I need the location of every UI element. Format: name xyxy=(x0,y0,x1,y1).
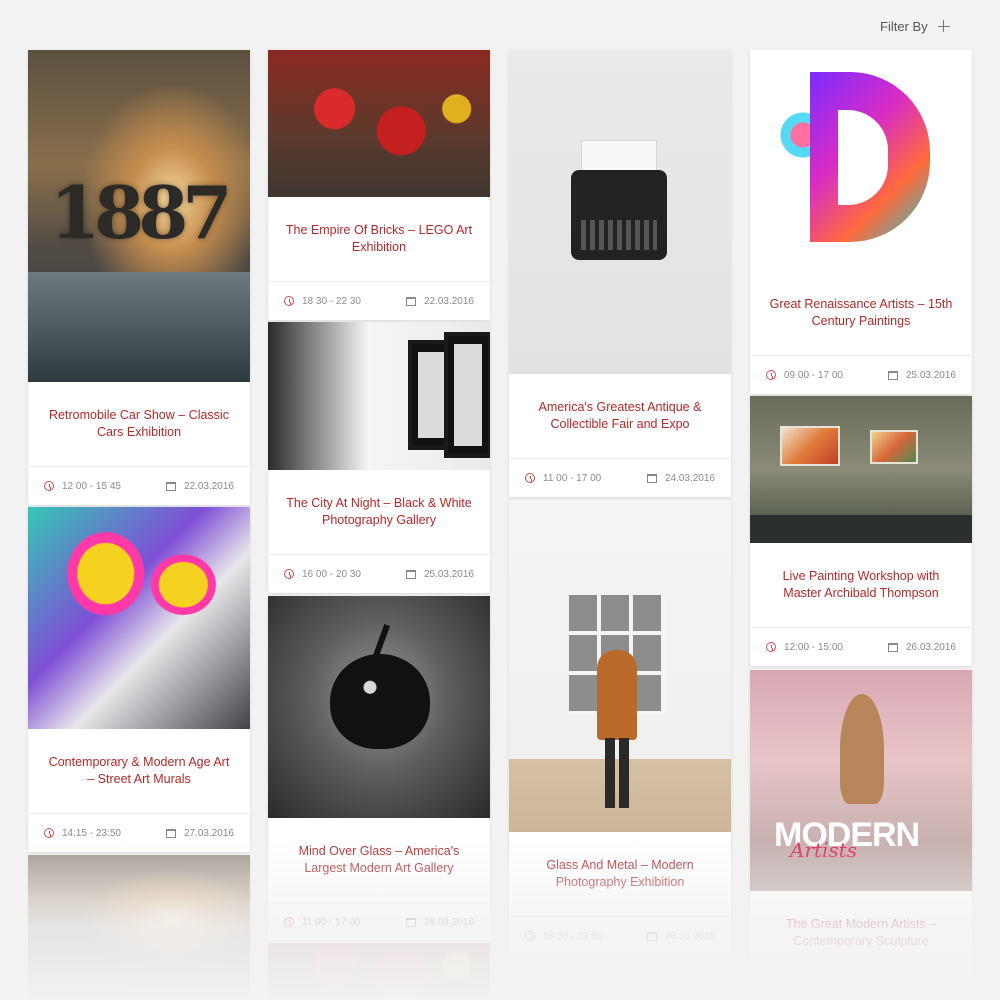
clock-icon xyxy=(525,473,535,483)
image-artists-text: Artists xyxy=(790,838,858,862)
plus-icon xyxy=(937,20,950,32)
event-date: 22.03.2016 xyxy=(183,480,234,492)
event-date: 26.03.2016 xyxy=(905,641,956,653)
event-date: 28.03.2016 xyxy=(423,916,474,928)
event-card-lego[interactable]: The Empire Of Bricks – LEGO Art Exhibiti… xyxy=(268,50,490,320)
event-time: 14:15 - 23:50 xyxy=(62,827,121,839)
event-image xyxy=(509,50,731,374)
event-title[interactable]: Mind Over Glass – America's Largest Mode… xyxy=(268,818,490,902)
event-image xyxy=(28,855,250,1000)
event-title[interactable]: America's Greatest Antique & Collectible… xyxy=(509,374,731,458)
event-card-glass-metal[interactable]: Glass And Metal – Modern Photography Exh… xyxy=(509,500,731,955)
event-card-car-show[interactable]: 1887 Retromobile Car Show – Classic Cars… xyxy=(28,50,250,505)
calendar-icon xyxy=(165,828,176,838)
event-card-city-night[interactable]: The City At Night – Black & White Photog… xyxy=(268,322,490,593)
event-time: 11:00 - 17:00 xyxy=(302,916,361,928)
event-time: 18:30 - 23:30 xyxy=(543,930,602,942)
event-title[interactable]: The City At Night – Black & White Photog… xyxy=(268,470,490,554)
clock-icon xyxy=(284,296,294,306)
event-card-antique-fair[interactable]: America's Greatest Antique & Collectible… xyxy=(509,50,731,497)
clock-icon xyxy=(525,931,535,941)
event-time: 09 00 - 17 00 xyxy=(784,369,843,381)
event-card-street-art[interactable]: Contemporary & Modern Age Art – Street A… xyxy=(28,507,250,852)
event-time: 11 00 - 17 00 xyxy=(543,472,602,484)
event-date: 27.03.2016 xyxy=(183,827,234,839)
event-time: 16 00 - 20 30 xyxy=(302,568,361,580)
event-title[interactable]: Contemporary & Modern Age Art – Street A… xyxy=(28,729,250,813)
calendar-icon xyxy=(165,481,176,491)
event-card-modern-artists[interactable]: MODERN Artists The Great Modern Artists … xyxy=(750,670,972,975)
event-date: 25.03.2016 xyxy=(905,369,956,381)
calendar-icon xyxy=(646,931,657,941)
filter-by-button[interactable]: Filter By xyxy=(880,14,976,38)
event-card-placeholder[interactable] xyxy=(28,855,250,1000)
event-title[interactable]: The Great Modern Artists – Contemporary … xyxy=(750,891,972,975)
clock-icon xyxy=(44,481,54,491)
event-title[interactable]: Retromobile Car Show – Classic Cars Exhi… xyxy=(28,382,250,466)
clock-icon xyxy=(766,370,776,380)
clock-icon xyxy=(766,642,776,652)
event-date: 26.03.2016 xyxy=(664,930,715,942)
calendar-icon xyxy=(405,296,416,306)
calendar-icon xyxy=(646,473,657,483)
event-title[interactable]: Glass And Metal – Modern Photography Exh… xyxy=(509,832,731,916)
event-title[interactable]: Great Renaissance Artists – 15th Century… xyxy=(750,271,972,355)
event-date: 24.03.2016 xyxy=(664,472,715,484)
event-time: 18 30 - 22 30 xyxy=(302,295,361,307)
event-card-placeholder[interactable] xyxy=(268,943,490,1000)
calendar-icon xyxy=(405,569,416,579)
event-date: 22.03.2016 xyxy=(423,295,474,307)
event-image xyxy=(509,500,731,832)
event-title[interactable]: The Empire Of Bricks – LEGO Art Exhibiti… xyxy=(268,197,490,281)
calendar-icon xyxy=(887,642,898,652)
clock-icon xyxy=(284,569,294,579)
event-date: 25.03.2016 xyxy=(423,568,474,580)
event-card-live-painting[interactable]: Live Painting Workshop with Master Archi… xyxy=(750,396,972,666)
event-card-mind-over-glass[interactable]: Mind Over Glass – America's Largest Mode… xyxy=(268,596,490,941)
filter-by-label: Filter By xyxy=(880,18,928,34)
event-image xyxy=(268,50,490,197)
clock-icon xyxy=(44,828,54,838)
image-number-text: 1887 xyxy=(50,170,232,255)
event-time: 12:00 - 15:00 xyxy=(784,641,843,653)
event-image xyxy=(750,50,972,271)
calendar-icon xyxy=(405,917,416,927)
clock-icon xyxy=(284,917,294,927)
event-image xyxy=(28,507,250,729)
event-image xyxy=(750,396,972,543)
event-title[interactable]: Live Painting Workshop with Master Archi… xyxy=(750,543,972,627)
calendar-icon xyxy=(887,370,898,380)
event-card-renaissance[interactable]: Great Renaissance Artists – 15th Century… xyxy=(750,50,972,394)
event-time: 12 00 - 15 45 xyxy=(62,480,121,492)
event-image xyxy=(268,322,490,470)
event-image xyxy=(268,943,490,1000)
event-image: 1887 xyxy=(28,50,250,382)
event-image xyxy=(268,596,490,818)
event-image: MODERN Artists xyxy=(750,670,972,891)
